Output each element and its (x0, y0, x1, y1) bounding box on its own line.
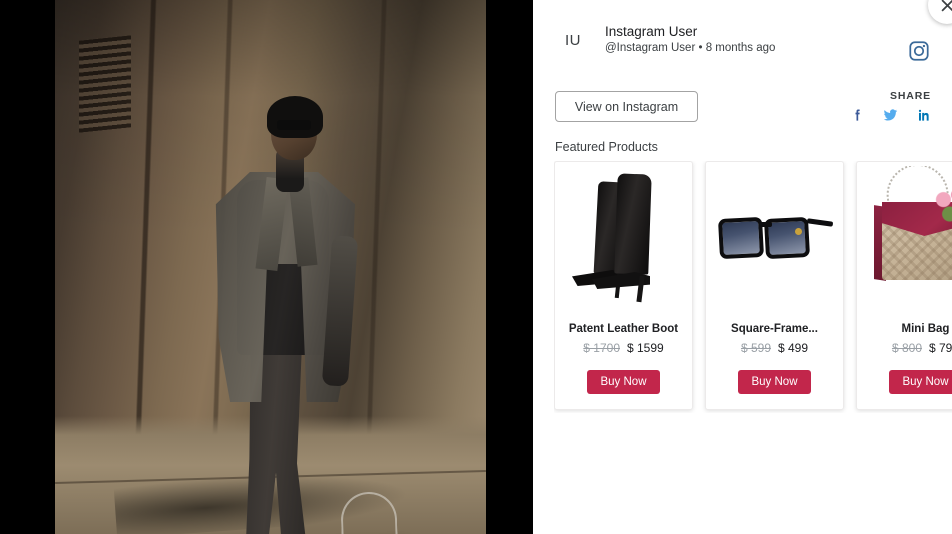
author-row[interactable]: IU Instagram User @Instagram User • 8 mo… (555, 22, 775, 58)
author-name: Instagram User (605, 24, 698, 40)
linkedin-icon[interactable] (916, 107, 931, 123)
featured-products-title: Featured Products (555, 140, 658, 154)
sunglasses-lens-left (717, 216, 765, 260)
product-price-current: $ 799 (929, 341, 952, 355)
product-card[interactable]: Square-Frame... $ 599 $ 499 Buy Now (705, 161, 844, 410)
figure-hair (267, 96, 323, 138)
media-panel (0, 0, 533, 534)
sunglasses-temple (806, 218, 834, 227)
avatar: IU (555, 22, 591, 58)
product-image (558, 166, 689, 308)
twitter-icon[interactable] (882, 107, 899, 123)
product-price: $ 599 $ 499 (741, 341, 808, 355)
buy-now-button[interactable]: Buy Now (587, 370, 660, 394)
figure-sunglasses (277, 120, 311, 130)
product-image (709, 166, 840, 308)
product-price-original: $ 800 (891, 341, 922, 355)
product-price-original: $ 599 (740, 341, 771, 355)
product-image (860, 166, 952, 308)
featured-products-rail[interactable]: Patent Leather Boot $ 1700 $ 1599 Buy No… (554, 161, 952, 413)
instagram-icon[interactable] (908, 40, 930, 62)
author-text-block: Instagram User @Instagram User • 8 month… (605, 23, 775, 57)
share-label: SHARE (889, 90, 931, 102)
buy-now-button[interactable]: Buy Now (738, 370, 811, 394)
share-icons (850, 107, 931, 123)
close-button[interactable] (928, 0, 952, 24)
facebook-icon[interactable] (850, 107, 865, 123)
letterbox-bar-left (0, 0, 55, 534)
product-card[interactable]: Patent Leather Boot $ 1700 $ 1599 Buy No… (554, 161, 693, 410)
sunglasses-hinge-stud (795, 228, 802, 235)
product-price: $ 800 $ 799 (892, 341, 952, 355)
bag-floral-print (932, 186, 952, 226)
product-price-original: $ 1700 (583, 341, 620, 355)
product-name: Square-Frame... (731, 323, 818, 335)
product-name: Mini Bag (901, 323, 950, 335)
close-icon (940, 0, 952, 12)
boot-shaft-front (614, 173, 652, 275)
share-block: SHARE (850, 90, 931, 123)
view-on-instagram-button[interactable]: View on Instagram (555, 91, 698, 122)
buy-now-button[interactable]: Buy Now (889, 370, 952, 394)
product-name: Patent Leather Boot (568, 323, 679, 335)
product-price: $ 1700 $ 1599 (583, 341, 663, 355)
photo-wall-vent (79, 35, 131, 133)
sunglasses-bridge (760, 222, 772, 227)
product-price-current: $ 499 (778, 341, 809, 355)
info-panel: IU Instagram User @Instagram User • 8 mo… (533, 0, 952, 534)
product-card[interactable]: Mini Bag $ 800 $ 799 Buy Now (856, 161, 952, 410)
product-price-current: $ 1599 (627, 341, 664, 355)
letterbox-bar-right (486, 0, 533, 534)
author-handle-and-time: @Instagram User • 8 months ago (605, 42, 776, 55)
post-image (55, 0, 486, 534)
lightbox-root: IU Instagram User @Instagram User • 8 mo… (0, 0, 952, 534)
